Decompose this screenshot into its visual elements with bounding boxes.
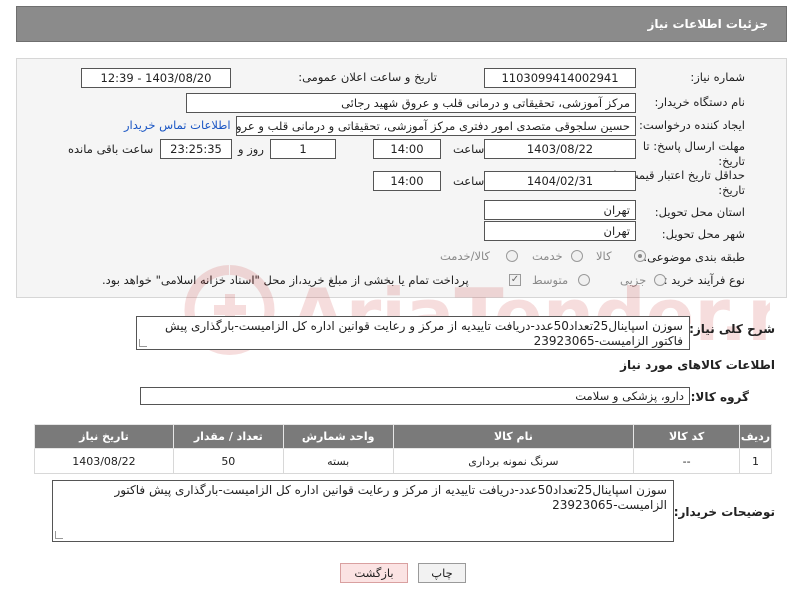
process-minor-radio[interactable] xyxy=(654,274,666,286)
buyer-notes-textarea[interactable]: سوزن اسپاینال25تعداد50عدد-دریافت تاییدیه… xyxy=(52,480,674,542)
col-name-header: نام کالا xyxy=(392,424,635,449)
buyer-notes-label: توضیحات خریدار: xyxy=(673,505,775,519)
goods-need-date: 1403/08/22 xyxy=(34,448,174,474)
category-service-option: خدمت xyxy=(532,249,563,263)
print-button[interactable]: چاپ xyxy=(418,563,466,583)
validity-time-field: 14:00 xyxy=(373,171,441,191)
page-header: جزئیات اطلاعات نیاز xyxy=(16,6,787,42)
table-row: 1 -- سرنگ نمونه برداری بسته 50 1403/08/2… xyxy=(34,448,772,474)
goods-qty: 50 xyxy=(172,448,284,474)
goods-unit: بسته xyxy=(282,448,394,474)
category-label: طبقه بندی موضوعی: xyxy=(643,250,745,264)
process-minor-option: جزیی xyxy=(620,273,647,287)
deadline-date-field: 1403/08/22 xyxy=(484,139,636,159)
deadline-label: مهلت ارسال پاسخ: تا xyxy=(642,139,745,153)
category-service-radio[interactable] xyxy=(571,250,583,262)
city-field: تهران xyxy=(484,221,636,241)
row-number: 1 xyxy=(739,448,772,474)
remaining-days-label: روز و xyxy=(238,142,264,156)
buyer-notes-text: سوزن اسپاینال25تعداد50عدد-دریافت تاییدیه… xyxy=(114,483,667,512)
need-number-field: 1103099414002941 xyxy=(484,68,636,88)
process-label: نوع فرآیند خرید : xyxy=(663,273,745,287)
process-medium-option: متوسط xyxy=(532,273,569,287)
announce-datetime-field: 1403/08/20 - 12:39 xyxy=(81,68,231,88)
description-text: سوزن اسپاینال25تعداد50عدد-دریافت تاییدیه… xyxy=(164,319,683,348)
goods-code: -- xyxy=(633,448,741,474)
goods-group-field: دارو، پزشکی و سلامت xyxy=(140,387,690,405)
need-number-label: شماره نیاز: xyxy=(690,70,745,84)
creator-label: ایجاد کننده درخواست: xyxy=(639,118,745,132)
description-label: شرح کلی نیاز: xyxy=(689,322,775,336)
col-row-header: ردیف xyxy=(739,424,772,449)
category-both-radio[interactable] xyxy=(506,250,518,262)
category-goods-radio[interactable] xyxy=(634,250,646,262)
goods-info-title: اطلاعات کالاهای مورد نیاز xyxy=(620,358,775,372)
back-button[interactable]: بازگشت xyxy=(340,563,408,583)
description-textarea[interactable]: سوزن اسپاینال25تعداد50عدد-دریافت تاییدیه… xyxy=(136,316,690,350)
buyer-org-field: مرکز آموزشی، تحقیقاتی و درمانی قلب و عرو… xyxy=(186,93,636,113)
treasury-checkbox[interactable]: ✓ xyxy=(509,274,521,286)
col-qty-header: تعداد / مقدار xyxy=(172,424,284,449)
process-medium-radio[interactable] xyxy=(578,274,590,286)
city-label: شهر محل تحویل: xyxy=(661,227,745,241)
remaining-time-field: 23:25:35 xyxy=(160,139,232,159)
col-date-header: تاریخ نیاز xyxy=(34,424,174,449)
goods-name: سرنگ نمونه برداری xyxy=(392,448,635,474)
deadline-time-label: ساعت xyxy=(453,142,485,156)
buyer-org-label: نام دستگاه خریدار: xyxy=(654,95,745,109)
page-title: جزئیات اطلاعات نیاز xyxy=(647,17,768,31)
category-both-option: کالا/خدمت xyxy=(440,249,491,263)
announce-label: تاریخ و ساعت اعلان عمومی: xyxy=(298,70,437,84)
buyer-contact-link[interactable]: اطلاعات تماس خریدار xyxy=(124,118,231,132)
validity-date-field: 1404/02/31 xyxy=(484,171,636,191)
resize-handle-icon[interactable] xyxy=(55,531,63,539)
validity-time-label: ساعت xyxy=(453,174,485,188)
category-goods-option: کالا xyxy=(596,249,612,263)
treasury-note: پرداخت تمام یا بخشی از مبلغ خرید،از محل … xyxy=(102,273,469,287)
province-field: تهران xyxy=(484,200,636,220)
validity-date-label: تاریخ: xyxy=(718,183,745,197)
creator-field: حسین سلجوقی متصدی امور دفتری مرکز آموزشی… xyxy=(236,116,636,136)
goods-table-header-row: ردیف کد کالا نام کالا واحد شمارش تعداد /… xyxy=(34,424,772,449)
remaining-days-field: 1 xyxy=(270,139,336,159)
col-code-header: کد کالا xyxy=(633,424,741,449)
deadline-time-field: 14:00 xyxy=(373,139,441,159)
deadline-date-label: تاریخ: xyxy=(718,154,745,168)
province-label: استان محل تحویل: xyxy=(654,205,745,219)
goods-table: ردیف کد کالا نام کالا واحد شمارش تعداد /… xyxy=(34,424,772,474)
remaining-time-label: ساعت باقی مانده xyxy=(68,142,154,156)
goods-group-label: گروه کالا: xyxy=(690,390,749,404)
col-unit-header: واحد شمارش xyxy=(282,424,394,449)
resize-handle-icon[interactable] xyxy=(139,339,147,347)
